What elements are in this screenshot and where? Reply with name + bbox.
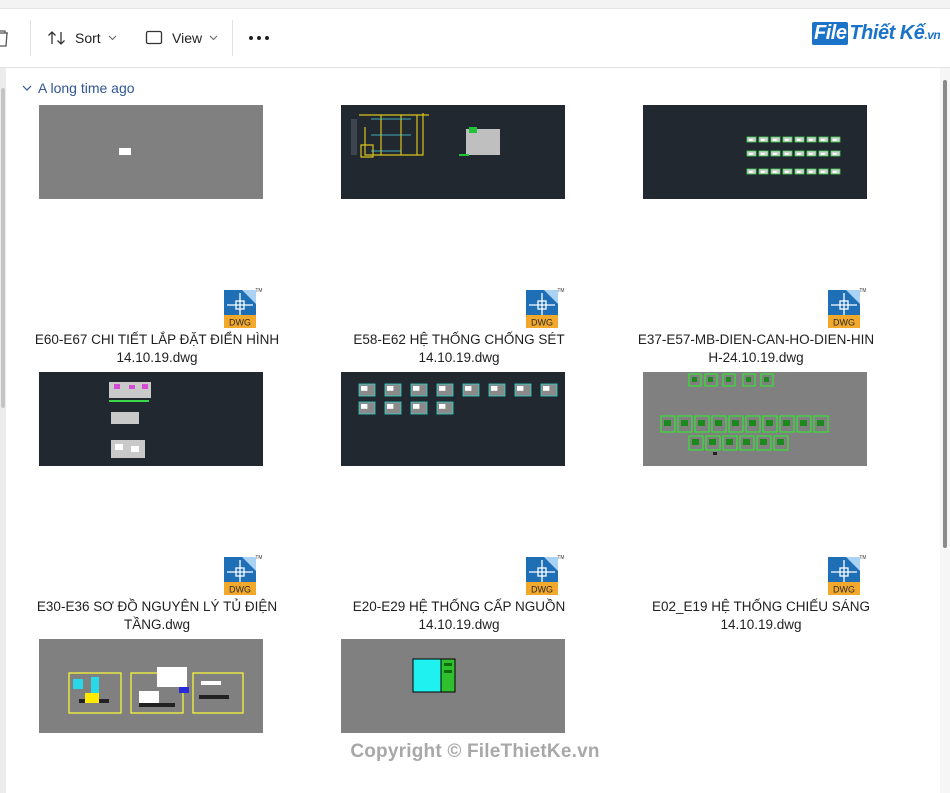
file-item[interactable]: DWG TM E58-E62 HỆ THỐNG CHỐNG SÉT 14.10.19… bbox=[324, 105, 624, 466]
file-name: E02_E19 HỆ THỐNG CHIẾU SÁNG 14.10.19.dwg bbox=[651, 599, 871, 632]
group-title: A long time ago bbox=[38, 80, 135, 96]
dwg-badge-label: DWG bbox=[531, 585, 553, 595]
dwg-badge-label: DWG bbox=[229, 318, 251, 328]
dwg-file-icon: DWG TM bbox=[828, 288, 866, 328]
trademark-label: TM bbox=[859, 555, 866, 561]
chevron-down-icon bbox=[209, 35, 218, 41]
dwg-badge-label: DWG bbox=[531, 318, 553, 328]
dwg-file-icon: DWG TM bbox=[224, 288, 262, 328]
chevron-down-icon bbox=[22, 85, 32, 91]
site-logo: File Thiết Kế.vn bbox=[812, 22, 941, 45]
more-dots-icon bbox=[249, 36, 269, 40]
more-options-button[interactable] bbox=[248, 24, 270, 52]
delete-button[interactable] bbox=[0, 24, 10, 52]
trademark-label: TM bbox=[255, 288, 262, 294]
toolbar-separator bbox=[232, 20, 233, 56]
view-label: View bbox=[172, 30, 203, 46]
file-item[interactable]: DWG TM E37-E57-MB-DIEN-CAN-HO-DIEN-HIN H-2… bbox=[626, 105, 926, 466]
view-icon bbox=[145, 30, 163, 45]
vertical-scrollbar[interactable] bbox=[940, 68, 950, 793]
dwg-file-icon: DWG TM bbox=[828, 555, 866, 595]
file-item[interactable]: DWG TM E60-E67 CHI TIẾT LẮP ĐẶT ĐIỂN HÌNH… bbox=[22, 105, 322, 466]
sort-label: Sort bbox=[75, 30, 101, 46]
file-name: E60-E67 CHI TIẾT LẮP ĐẶT ĐIỂN HÌNH 14.10.… bbox=[34, 332, 280, 365]
toolbar-separator bbox=[30, 20, 31, 56]
file-preview bbox=[341, 639, 565, 733]
dwg-file-icon: DWG TM bbox=[224, 555, 262, 595]
left-scrollbar[interactable] bbox=[0, 68, 6, 793]
sort-icon bbox=[48, 31, 65, 45]
sort-button[interactable]: Sort bbox=[47, 24, 117, 52]
file-name: E30-E36 SƠ ĐỒ NGUYÊN LÝ TỦ ĐIỆN TẦNG.dwg bbox=[36, 599, 278, 632]
command-bar: Sort View File Thiết Kế.vn bbox=[0, 9, 950, 68]
copyright-watermark: Copyright © FileThietKe.vn bbox=[350, 741, 600, 762]
file-name: E20-E29 HỆ THỐNG CẤP NGUỒN 14.10.19.dwg bbox=[352, 599, 566, 632]
dwg-file-icon: DWG TM bbox=[526, 555, 564, 595]
dwg-file-icon: DWG TM bbox=[526, 288, 564, 328]
left-scrollbar-thumb[interactable] bbox=[1, 88, 5, 408]
trademark-label: TM bbox=[255, 555, 262, 561]
trademark-label: TM bbox=[557, 288, 564, 294]
file-preview bbox=[39, 639, 263, 733]
file-item[interactable]: DWG TM E20-E29 HỆ THỐNG CẤP NGUỒN 14.10.19… bbox=[324, 372, 624, 733]
dwg-badge-label: DWG bbox=[833, 318, 855, 328]
view-button[interactable]: View bbox=[145, 24, 218, 52]
file-item[interactable]: DWG TM E02_E19 HỆ THỐNG CHIẾU SÁNG 14.10.1… bbox=[626, 372, 926, 638]
dwg-badge-label: DWG bbox=[833, 585, 855, 595]
file-name: E58-E62 HỆ THỐNG CHỐNG SÉT 14.10.19.dwg bbox=[353, 332, 565, 365]
file-name: E37-E57-MB-DIEN-CAN-HO-DIEN-HIN H-24.10.1… bbox=[637, 332, 875, 365]
chevron-down-icon bbox=[108, 35, 117, 41]
dwg-badge-label: DWG bbox=[229, 585, 251, 595]
group-header[interactable]: A long time ago bbox=[22, 79, 135, 97]
trademark-label: TM bbox=[859, 288, 866, 294]
trademark-label: TM bbox=[557, 555, 564, 561]
trash-icon bbox=[0, 30, 8, 47]
vertical-scrollbar-thumb[interactable] bbox=[943, 80, 947, 548]
file-item[interactable]: DWG TM E30-E36 SƠ ĐỒ NGUYÊN LÝ TỦ ĐIỆN TẦN… bbox=[22, 372, 322, 733]
window-top-strip bbox=[0, 0, 950, 9]
